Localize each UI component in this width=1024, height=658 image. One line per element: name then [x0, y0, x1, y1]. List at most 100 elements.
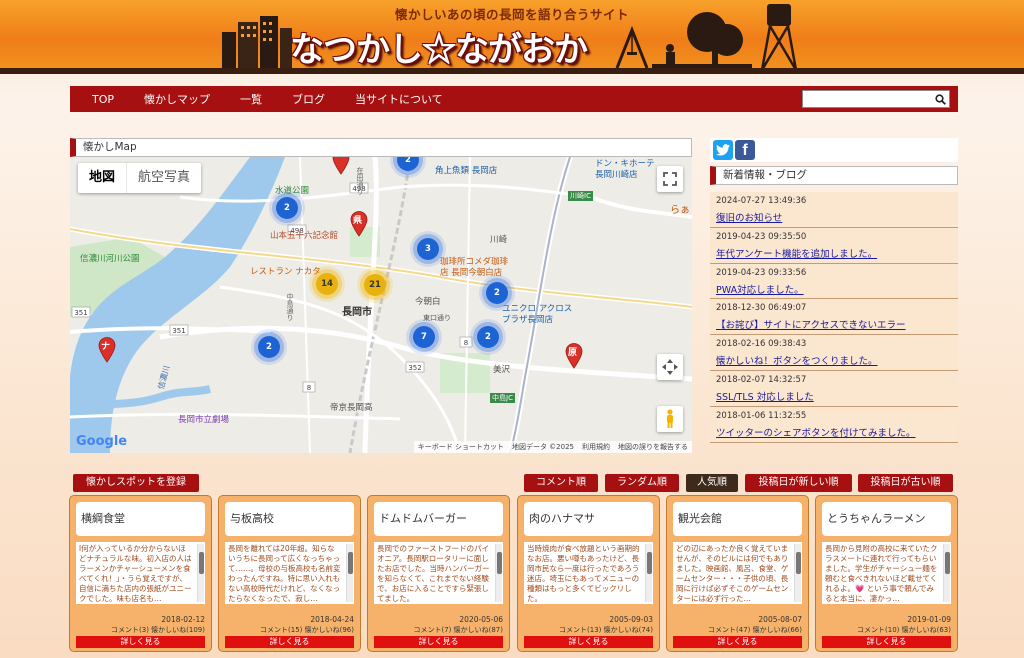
news-link[interactable]: 【お詫び】サイトにアクセスできないエラー — [716, 317, 952, 331]
spot-card: ドムドムバーガー 長岡でのファーストフードのパイオニア。長岡駅ロータリーに面した… — [367, 495, 510, 652]
map-cluster[interactable]: 2 — [258, 336, 280, 358]
map-marker-ken[interactable]: 県 — [350, 211, 368, 237]
news-date: 2024-07-27 13:49:36 — [716, 196, 807, 206]
scrollbar[interactable] — [794, 544, 801, 602]
map-type-control: 地図 航空写真 — [78, 163, 202, 193]
header-border — [0, 68, 1024, 74]
spot-card: 与板高校 長岡を離れては20年超。知らないうちに長岡って広くなっちゃって……。母… — [218, 495, 361, 652]
scrollbar[interactable] — [346, 544, 353, 602]
map-cluster[interactable]: 21 — [364, 274, 386, 296]
register-spot-button[interactable]: 懐かしスポットを登録 — [73, 474, 199, 492]
news-date: 2018-02-07 14:32:57 — [716, 374, 807, 385]
spot-title[interactable]: 肉のハナマサ — [524, 502, 653, 536]
spot-title[interactable]: 横綱食堂 — [76, 502, 205, 536]
playground-silhouette-icon — [615, 4, 798, 70]
map-label-higashi: 東口通り — [423, 314, 451, 322]
scrollbar[interactable] — [495, 544, 502, 602]
map-marker-top[interactable] — [332, 157, 350, 175]
news-link[interactable]: 年代アンケート機能を追加しました。 — [716, 246, 952, 260]
sort-new-button[interactable]: 投稿日が新しい順 — [745, 474, 852, 492]
road-352: 352 — [408, 364, 421, 372]
news-item: 2018-02-16 09:38:43 懐かしいね！ボタンをつくりました。 — [710, 335, 958, 371]
scrollbar[interactable] — [197, 544, 204, 602]
news-link[interactable]: 懐かしいね！ボタンをつくりました。 — [716, 353, 952, 367]
search-icon[interactable] — [931, 91, 949, 107]
pegman-icon[interactable] — [657, 406, 683, 432]
map-cluster[interactable]: 2 — [486, 282, 508, 304]
details-button[interactable]: 詳しく見る — [822, 636, 951, 648]
map-label-suido: 水道公園 — [275, 186, 310, 196]
spot-meta: コメント(10) 懐かしいね(63) — [857, 626, 951, 634]
search-box — [802, 90, 950, 108]
map-cluster[interactable]: 2 — [276, 197, 298, 219]
scrollbar[interactable] — [943, 544, 950, 602]
news-link[interactable]: 復旧のお知らせ — [716, 210, 952, 224]
details-button[interactable]: 詳しく見る — [673, 636, 802, 648]
map-marker-na-label: ナ — [101, 342, 111, 352]
report-error-link[interactable]: 地図の誤りを報告する — [618, 442, 688, 452]
details-button[interactable]: 詳しく見る — [76, 636, 205, 648]
fullscreen-icon[interactable] — [657, 166, 683, 192]
google-map[interactable]: 498 498 352 351 351 8 8 水道公園 山本五十六記念館 信濃… — [70, 157, 692, 453]
details-button[interactable]: 詳しく見る — [225, 636, 354, 648]
news-item: 2018-02-07 14:32:57 SSL/TLS 対応しました — [710, 370, 958, 407]
twitter-icon[interactable] — [713, 140, 733, 160]
nav-list[interactable]: 一覧 — [225, 91, 277, 107]
map-label-teikyo: 帝京長岡高 — [330, 403, 373, 413]
nav-top[interactable]: TOP — [70, 93, 129, 106]
spot-description: 長岡から見附の高校に来ていたクラスメートに連れて行ってもらいました。学生がチャー… — [822, 542, 951, 604]
nav-blog[interactable]: ブログ — [277, 91, 340, 107]
map-label-nakajima: 中島通り — [286, 293, 294, 321]
map-label-misawa: 美沢 — [493, 365, 511, 375]
nav-map[interactable]: 懐かしマップ — [129, 91, 225, 107]
spot-title[interactable]: 与板高校 — [225, 502, 354, 536]
spot-card: とうちゃんラーメン 長岡から見附の高校に来ていたクラスメートに連れて行ってもらい… — [815, 495, 958, 652]
map-label-kakujo: 角上魚類 長岡店 — [435, 166, 498, 176]
map-label-gekijo: 長岡市立劇場 — [178, 415, 230, 425]
news-link[interactable]: ツイッターのシェアボタンを付けてみました。 — [716, 425, 952, 439]
search-input[interactable] — [803, 91, 931, 107]
spot-description: 長岡でのファーストフードのパイオニア。長岡駅ロータリーに面したお店でした。当時ハ… — [374, 542, 503, 604]
map-label-zaioh: 在田通り — [356, 167, 364, 195]
sort-random-button[interactable]: ランダム順 — [605, 474, 679, 492]
terms-link[interactable]: 利用規約 — [582, 442, 610, 452]
camera-control-icon[interactable] — [657, 354, 683, 380]
spot-title[interactable]: ドムドムバーガー — [374, 502, 503, 536]
scrollbar[interactable] — [645, 544, 652, 602]
spot-meta: コメント(13) 懐かしいね(74) — [559, 626, 653, 634]
facebook-icon[interactable]: f — [735, 140, 755, 160]
sort-popular-button[interactable]: 人気順 — [686, 474, 738, 492]
news-item: 2018-01-06 11:32:55 ツイッターのシェアボタンを付けてみました… — [710, 406, 958, 443]
spot-title[interactable]: とうちゃんラーメン — [822, 502, 951, 536]
map-label-kawasaki: 川崎 — [490, 235, 508, 245]
map-cluster[interactable]: 14 — [316, 273, 338, 295]
nav-about[interactable]: 当サイトについて — [340, 91, 458, 107]
spot-title[interactable]: 観光会館 — [673, 502, 802, 536]
map-cluster[interactable]: 7 — [413, 326, 435, 348]
main-nav: TOP 懐かしマップ 一覧 ブログ 当サイトについて — [70, 86, 958, 112]
news-item: 2019-04-23 09:35:50 年代アンケート機能を追加しました。 — [710, 227, 958, 264]
news-link[interactable]: PWA対応しました。 — [716, 282, 952, 296]
map-type-map[interactable]: 地図 — [78, 163, 126, 193]
news-date: 2019-04-23 09:35:50 — [716, 231, 807, 242]
spot-card: 観光会館 どの辺にあったか良く覚えていませんが、そのビルには何でもありました。映… — [666, 495, 809, 652]
map-cluster[interactable]: 2 — [477, 326, 499, 348]
map-marker-na[interactable]: ナ — [98, 337, 116, 363]
map-label-kesajiro: 今朝白 — [415, 297, 441, 307]
details-button[interactable]: 詳しく見る — [524, 636, 653, 648]
keyboard-shortcuts-link[interactable]: キーボード ショートカット — [418, 442, 504, 452]
spot-card: 横綱食堂 l何が入っているか分からないほどナチュラルな味。初入店の人はラーメンか… — [69, 495, 212, 652]
map-marker-hara[interactable]: 原 — [565, 343, 583, 369]
city-silhouette-icon — [222, 16, 292, 70]
details-button[interactable]: 詳しく見る — [374, 636, 503, 648]
map-panel-title: 懐かしMap — [70, 138, 692, 157]
sort-old-button[interactable]: 投稿日が古い順 — [858, 474, 953, 492]
sort-comment-button[interactable]: コメント順 — [524, 474, 598, 492]
map-cluster[interactable]: 3 — [417, 238, 439, 260]
news-link[interactable]: SSL/TLS 対応しました — [716, 389, 952, 403]
map-data-text: 地図データ ©2025 — [511, 443, 574, 451]
map-type-satellite[interactable]: 航空写真 — [126, 163, 201, 193]
map-label-nagaoka-jc: 中島JC — [490, 393, 515, 403]
site-title[interactable]: なつかし☆ながおか — [290, 22, 588, 71]
spot-description-text: 長岡から見附の高校に来ていたクラスメートに連れて行ってもらいました。学生がチャー… — [825, 544, 938, 603]
